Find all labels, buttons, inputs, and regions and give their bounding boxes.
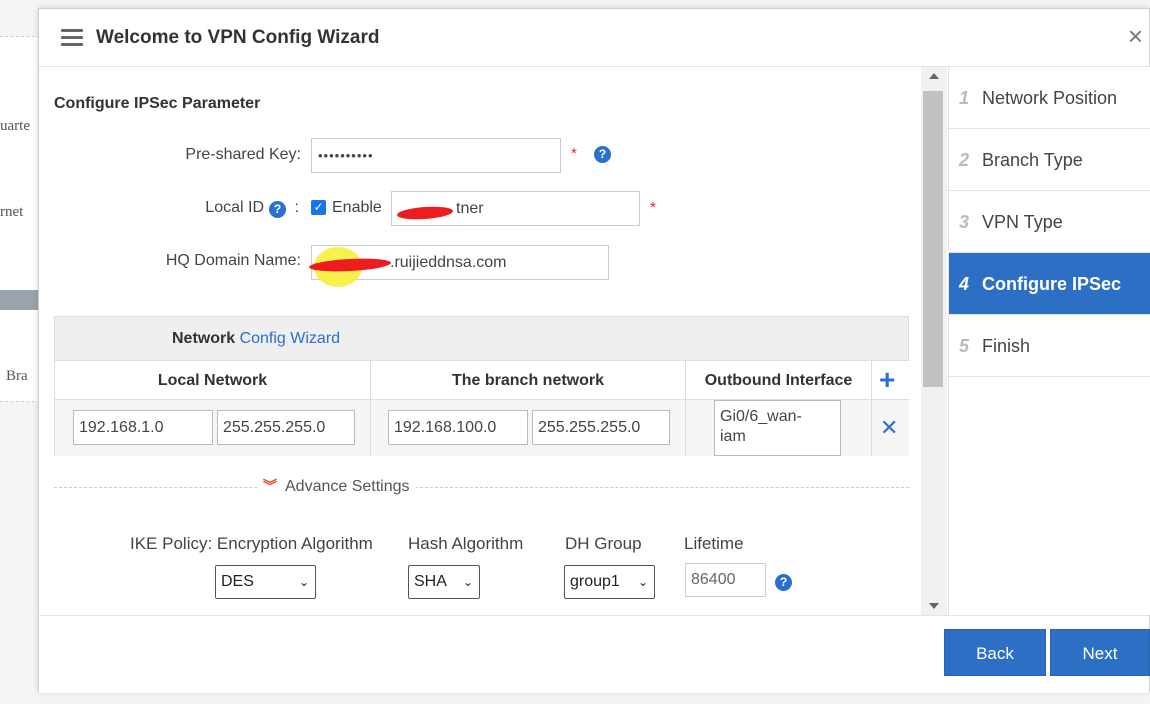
col-actions: + [872, 361, 909, 400]
interface-select[interactable]: Gi0/6_wan- iam [714, 400, 841, 456]
hq-domain-value: .ruijieddnsa.com [390, 254, 507, 271]
hash-algorithm-label: Hash Algorithm [408, 534, 524, 553]
network-label: Network [172, 330, 236, 347]
branch-ip-input[interactable]: 192.168.100.0 [388, 410, 528, 445]
double-chevron-down-icon: ︾ [263, 478, 277, 494]
background-bar [0, 290, 40, 310]
next-button[interactable]: Next [1050, 629, 1150, 676]
local-id-required-mark: * [650, 199, 656, 216]
dh-group-label: DH Group [565, 534, 642, 553]
local-id-value: tner [456, 200, 484, 217]
advance-settings-label: Advance Settings [285, 478, 410, 495]
background-text-2: rnet [0, 204, 24, 220]
step-label: Network Position [982, 88, 1118, 108]
step-branch-type: 2 Branch Type [949, 129, 1150, 191]
content-scrollbar[interactable] [921, 67, 947, 615]
step-number: 2 [959, 150, 970, 170]
encryption-select[interactable]: DES ⌄ [215, 565, 316, 599]
advance-divider [54, 487, 909, 488]
col-branch-network: The branch network [371, 361, 686, 400]
config-wizard-link[interactable]: Config Wizard [240, 330, 340, 347]
dh-group-value: group1 [570, 573, 620, 590]
psk-help-icon[interactable]: ? [594, 146, 611, 163]
step-number: 1 [959, 88, 970, 108]
vpn-wizard-dialog: Welcome to VPN Config Wizard × Configure… [38, 8, 1150, 693]
chevron-down-icon: ⌄ [637, 575, 648, 589]
psk-required-mark: * [571, 145, 577, 162]
close-icon[interactable]: × [1128, 23, 1143, 49]
ike-policy-label: IKE Policy: Encryption Algorithm [130, 534, 373, 553]
row-interface-cell: Gi0/6_wan- iam [686, 400, 872, 456]
hq-domain-label: HQ Domain Name: [165, 252, 301, 269]
step-number: 5 [959, 336, 970, 356]
row-local-cell: 192.168.1.0 255.255.255.0 [55, 400, 371, 456]
local-id-colon: : [294, 199, 299, 216]
scroll-down-icon[interactable] [929, 603, 939, 609]
scroll-up-icon[interactable] [929, 73, 939, 79]
menu-icon [61, 29, 83, 47]
dialog-footer: Back Next [39, 615, 1150, 693]
background-text-3: Bra [6, 368, 28, 384]
dialog-title: Welcome to VPN Config Wizard [96, 27, 380, 48]
enable-label: Enable [332, 199, 382, 216]
chevron-down-icon: ⌄ [298, 575, 309, 589]
lifetime-label: Lifetime [684, 534, 744, 553]
local-id-label: Local ID [205, 199, 264, 216]
step-label: VPN Type [982, 212, 1063, 232]
lifetime-help-icon[interactable]: ? [775, 574, 792, 591]
network-table: Network Config Wizard Local Network The … [54, 316, 909, 456]
network-header-label: Network Config Wizard [172, 330, 340, 348]
dh-group-select[interactable]: group1 ⌄ [564, 565, 655, 599]
local-mask-input[interactable]: 255.255.255.0 [217, 410, 355, 445]
psk-label: Pre-shared Key: [185, 146, 301, 163]
background-text-1: uarte [0, 118, 30, 134]
wizard-steps: 1 Network Position 2 Branch Type 3 VPN T… [948, 67, 1150, 615]
row-branch-cell: 192.168.100.0 255.255.255.0 [371, 400, 686, 456]
encryption-value: DES [221, 573, 254, 590]
interface-line-2: iam [720, 428, 746, 445]
dialog-content: Configure IPSec Parameter Pre-shared Key… [39, 67, 919, 615]
step-network-position: 1 Network Position [949, 67, 1150, 129]
step-label: Finish [982, 336, 1031, 356]
local-id-help-icon[interactable]: ? [269, 201, 286, 218]
step-finish: 5 Finish [949, 315, 1150, 377]
col-outbound-interface: Outbound Interface [686, 361, 872, 400]
chevron-down-icon: ⌄ [462, 575, 473, 589]
network-table-header: Network Config Wizard [55, 317, 908, 361]
hash-select[interactable]: SHA ⌄ [408, 565, 480, 599]
step-label: Branch Type [982, 150, 1083, 170]
step-configure-ipsec: 4 Configure IPSec [949, 253, 1150, 315]
delete-row-icon[interactable]: ✕ [880, 417, 898, 439]
section-title: Configure IPSec Parameter [54, 95, 261, 112]
step-vpn-type: 3 VPN Type [949, 191, 1150, 253]
col-local-network: Local Network [55, 361, 371, 400]
branch-mask-input[interactable]: 255.255.255.0 [532, 410, 670, 445]
step-number: 4 [959, 274, 970, 294]
psk-input[interactable]: •••••••••• [311, 138, 561, 173]
dialog-header: Welcome to VPN Config Wizard × [39, 9, 1149, 67]
scroll-thumb[interactable] [923, 91, 943, 387]
lifetime-input[interactable]: 86400 [685, 563, 766, 597]
enable-checkbox[interactable]: ✓ [311, 200, 326, 215]
advance-settings-toggle[interactable]: ︾ Advance Settings [257, 476, 416, 496]
add-row-icon[interactable]: + [879, 366, 895, 394]
row-actions-cell: ✕ [872, 400, 909, 456]
interface-line-1: Gi0/6_wan- [720, 408, 802, 425]
step-number: 3 [959, 212, 970, 232]
step-label: Configure IPSec [982, 274, 1122, 294]
back-button[interactable]: Back [944, 629, 1046, 676]
hash-value: SHA [414, 573, 447, 590]
local-ip-input[interactable]: 192.168.1.0 [73, 410, 213, 445]
